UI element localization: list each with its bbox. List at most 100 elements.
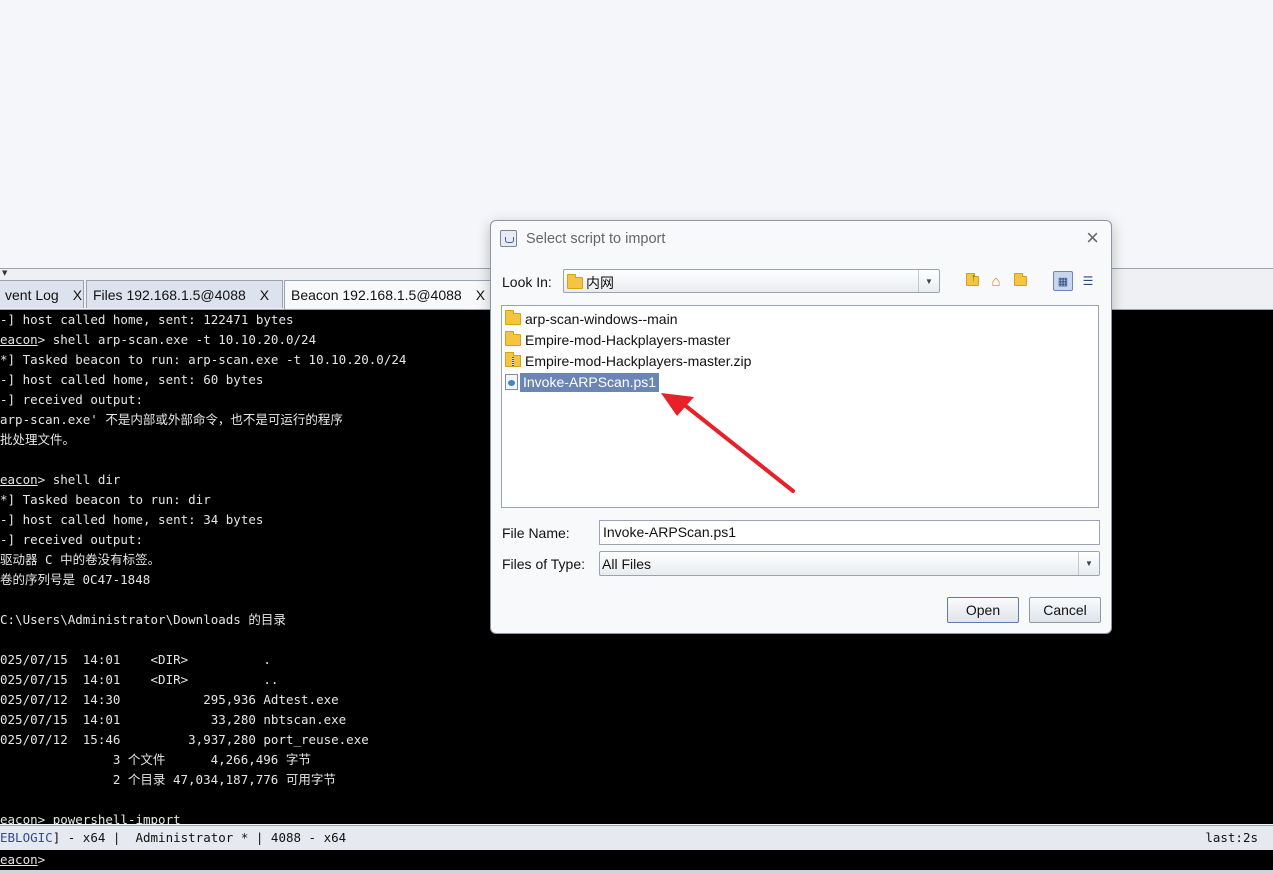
console-line-prefix: *] (0, 352, 16, 367)
console-line-text: 驱动器 C 中的卷没有标签。 (0, 552, 161, 567)
console-line-text: host called home, sent: 60 bytes (15, 372, 264, 387)
chevron-down-icon[interactable]: ▼ (918, 270, 939, 292)
look-in-value: 内网 (586, 275, 614, 291)
file-type-label: Files of Type: (502, 556, 586, 572)
console-line-text: 批处理文件。 (0, 432, 76, 447)
console-line: -] received output: (0, 390, 143, 410)
console-line: 卷的序列号是 0C47-1848 (0, 570, 150, 590)
list-item-selected[interactable]: Invoke-ARPScan.ps1 (505, 372, 660, 392)
console-line-prefix: -] (0, 372, 16, 387)
details-view-icon[interactable]: ☰ (1078, 271, 1098, 291)
console-line-text: 3 个文件 4,266,496 字节 (0, 752, 311, 767)
zip-archive-icon (505, 352, 521, 367)
console-line-prefix: eacon (0, 472, 38, 487)
console-line-text: host called home, sent: 122471 bytes (15, 312, 294, 327)
console-line-text: C:\Users\Administrator\Downloads 的目录 (0, 612, 286, 627)
console-line-prefix: -] (0, 532, 16, 547)
console-line: *] Tasked beacon to run: dir (0, 490, 211, 510)
status-bar: EBLOGIC] - x64 | Administrator * | 4088 … (0, 825, 1273, 850)
dialog-title: Select script to import (526, 231, 666, 247)
console-line: 025/07/15 14:01 <DIR> . (0, 650, 271, 670)
status-last-checkin: last:2s (1205, 830, 1258, 845)
list-item[interactable]: Empire-mod-Hackplayers-master.zip (505, 351, 751, 371)
file-name: Empire-mod-Hackplayers-master.zip (525, 353, 752, 369)
console-line-prefix: eacon (0, 332, 38, 347)
console-line-text: Tasked beacon to run: arp-scan.exe -t 10… (15, 352, 407, 367)
status-host: EBLOGIC (0, 830, 53, 845)
tab-close-icon[interactable]: X (260, 287, 269, 303)
console-line-text: > powershell-import (37, 812, 181, 824)
console-line: 驱动器 C 中的卷没有标签。 (0, 550, 160, 570)
file-name: arp-scan-windows--main (525, 311, 678, 327)
file-name-field[interactable]: Invoke-ARPScan.ps1 (599, 520, 1100, 545)
look-in-combo[interactable]: 内网 ▼ (563, 269, 940, 293)
list-item[interactable]: Empire-mod-Hackplayers-master (505, 330, 730, 350)
console-line: arp-scan.exe' 不是内部或外部命令，也不是可运行的程序 (0, 410, 343, 430)
console-line: 025/07/15 14:01 33,280 nbtscan.exe (0, 710, 346, 730)
console-line: 025/07/15 14:01 <DIR> .. (0, 670, 278, 690)
tab-files[interactable]: Files 192.168.1.5@4088 X (86, 280, 283, 308)
prompt-suffix: > (37, 852, 46, 867)
select-script-dialog: Select script to import × Look In: 内网 ▼ … (490, 220, 1112, 634)
java-cup-icon (500, 230, 517, 247)
file-type-combo[interactable]: All Files ▼ (599, 551, 1100, 576)
open-button[interactable]: Open (947, 597, 1019, 623)
tab-event-log[interactable]: vent Log X (0, 280, 84, 308)
status-info: ] - x64 | Administrator * | 4088 - x64 (52, 830, 347, 845)
close-icon[interactable]: × (1086, 227, 1099, 249)
folder-icon (505, 331, 521, 346)
tab-label: vent Log (5, 286, 59, 303)
home-icon[interactable]: ⌂ (986, 271, 1006, 291)
new-folder-icon[interactable] (1010, 271, 1030, 291)
folder-icon (567, 274, 583, 289)
console-line-text: 2 个目录 47,034,187,776 可用字节 (0, 772, 336, 787)
console-line-text: 025/07/12 15:46 3,937,280 port_reuse.exe (0, 732, 369, 747)
console-line-text: 025/07/12 14:30 295,936 Adtest.exe (0, 692, 339, 707)
tab-close-icon[interactable]: X (73, 287, 82, 303)
tab-beacon[interactable]: Beacon 192.168.1.5@4088 X (284, 280, 499, 309)
console-line: C:\Users\Administrator\Downloads 的目录 (0, 610, 286, 630)
console-line: -] host called home, sent: 34 bytes (0, 510, 263, 530)
collapse-arrow-icon[interactable]: ▼ (2, 270, 7, 277)
file-type-value: All Files (602, 556, 652, 572)
file-list[interactable]: arp-scan-windows--main Empire-mod-Hackpl… (501, 305, 1099, 508)
console-line-prefix: eacon (0, 812, 38, 824)
prompt-prefix: eacon (0, 852, 38, 867)
console-line-text: received output: (15, 532, 143, 547)
list-view-icon[interactable]: ▦ (1053, 271, 1073, 291)
console-line-text: 025/07/15 14:01 <DIR> .. (0, 672, 279, 687)
console-line-text: > shell arp-scan.exe -t 10.10.20.0/24 (37, 332, 317, 347)
file-name: Empire-mod-Hackplayers-master (525, 332, 731, 348)
console-line-text: received output: (15, 392, 143, 407)
console-line: eacon> powershell-import (0, 810, 181, 824)
console-line-prefix: *] (0, 492, 16, 507)
up-folder-icon[interactable]: ↑ (962, 271, 982, 291)
console-line: 3 个文件 4,266,496 字节 (0, 750, 311, 770)
console-line: eacon> shell dir (0, 470, 120, 490)
dialog-title-bar[interactable]: Select script to import × (491, 221, 1111, 257)
list-item[interactable]: arp-scan-windows--main (505, 309, 678, 329)
console-line: -] received output: (0, 530, 143, 550)
console-line-text: Tasked beacon to run: dir (15, 492, 211, 507)
command-input[interactable]: eacon> (0, 850, 1273, 870)
console-line: 批处理文件。 (0, 430, 75, 450)
tab-label: Files 192.168.1.5@4088 (93, 286, 246, 303)
console-line: 025/07/12 14:30 295,936 Adtest.exe (0, 690, 339, 710)
console-line-prefix: -] (0, 312, 16, 327)
file-name: Invoke-ARPScan.ps1 (520, 372, 660, 392)
console-line-prefix: -] (0, 512, 16, 527)
console-line: eacon> shell arp-scan.exe -t 10.10.20.0/… (0, 330, 316, 350)
tab-close-icon[interactable]: X (476, 287, 485, 303)
cancel-button[interactable]: Cancel (1029, 597, 1101, 623)
console-line: 025/07/12 15:46 3,937,280 port_reuse.exe (0, 730, 369, 750)
look-in-label: Look In: (502, 274, 552, 290)
chevron-down-icon[interactable]: ▼ (1078, 552, 1099, 575)
console-line-text: 卷的序列号是 0C47-1848 (0, 572, 151, 587)
console-line-text: host called home, sent: 34 bytes (15, 512, 264, 527)
file-name-label: File Name: (502, 525, 570, 541)
folder-icon (505, 310, 521, 325)
console-line-text: arp-scan.exe' 不是内部或外部命令，也不是可运行的程序 (0, 412, 343, 427)
console-line: 2 个目录 47,034,187,776 可用字节 (0, 770, 336, 790)
powershell-script-icon (505, 374, 518, 390)
tab-label: Beacon 192.168.1.5@4088 (291, 287, 462, 303)
